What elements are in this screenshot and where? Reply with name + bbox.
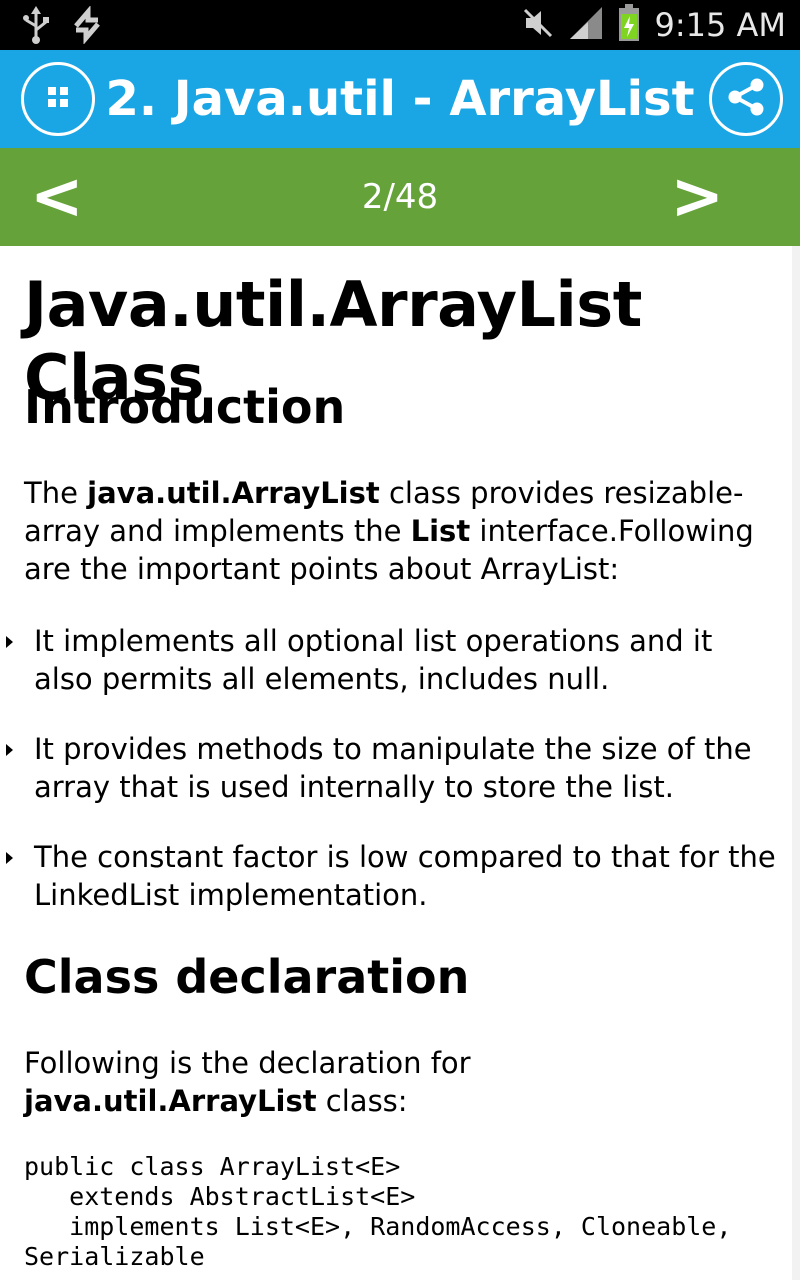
- next-page-button[interactable]: >: [670, 162, 724, 232]
- list-item-text: It implements all optional list operatio…: [34, 624, 713, 696]
- bullet-icon: [6, 852, 13, 864]
- intro-bold-class: java.util.ArrayList: [87, 476, 380, 510]
- signal-icon: [568, 5, 604, 46]
- feature-list: It implements all optional list operatio…: [0, 622, 780, 946]
- declaration-heading: Class declaration: [24, 950, 470, 1004]
- battery-charging-icon: [618, 3, 640, 47]
- menu-button[interactable]: [21, 62, 95, 136]
- list-item: It implements all optional list operatio…: [0, 622, 780, 698]
- bullet-icon: [6, 744, 13, 756]
- grid-menu-icon: [47, 86, 69, 113]
- declaration-bold-class: java.util.ArrayList: [24, 1084, 317, 1118]
- page-nav-bar: < 2/48 >: [0, 148, 800, 246]
- scrollbar[interactable]: [792, 246, 800, 1280]
- share-button[interactable]: [709, 62, 783, 136]
- intro-bold-list: List: [410, 514, 471, 548]
- bullet-icon: [6, 636, 13, 648]
- intro-text-1: The: [24, 476, 88, 510]
- usb-icon: [20, 6, 52, 49]
- share-icon: [725, 76, 767, 123]
- status-bar: 9:15 AM: [0, 0, 800, 50]
- code-block: public class ArrayList<E> extends Abstra…: [24, 1152, 732, 1271]
- intro-heading: Introduction: [24, 380, 346, 434]
- list-item: It provides methods to manipulate the si…: [0, 730, 780, 806]
- list-item-text: It provides methods to manipulate the si…: [34, 732, 752, 804]
- app-bar: 2. Java.util - ArrayList: [0, 50, 800, 148]
- declaration-paragraph: Following is the declaration for java.ut…: [24, 1044, 764, 1120]
- clock: 9:15 AM: [654, 6, 786, 44]
- declaration-text-2: class:: [316, 1084, 408, 1118]
- sync-icon: [70, 5, 104, 49]
- app-title: 2. Java.util - ArrayList: [105, 71, 695, 127]
- intro-paragraph: The java.util.ArrayList class provides r…: [24, 474, 764, 588]
- declaration-text-1: Following is the declaration for: [24, 1046, 471, 1080]
- list-item: The constant factor is low compared to t…: [0, 838, 780, 914]
- article-content[interactable]: Java.util.ArrayList Class Introduction T…: [0, 246, 792, 1280]
- list-item-text: The constant factor is low compared to t…: [34, 840, 776, 912]
- mute-icon: [522, 7, 554, 44]
